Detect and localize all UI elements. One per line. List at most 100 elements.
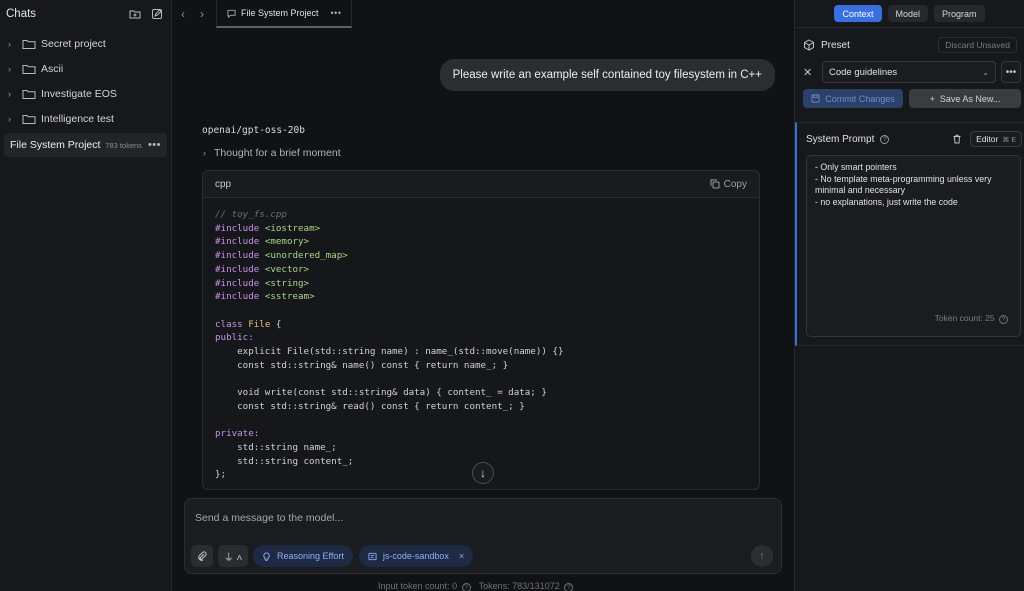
code-line: std::string name_; [237, 441, 337, 453]
trash-icon[interactable] [952, 134, 962, 144]
plugin-icon[interactable]: ⏚ ˄ [218, 545, 248, 567]
send-button[interactable]: ↑ [751, 545, 773, 567]
cube-icon [804, 39, 814, 51]
back-arrow-icon[interactable]: ‹ [175, 7, 191, 21]
right-panel: Context Model Program Preset Discard Uns… [794, 0, 1024, 591]
chevron-down-icon: ⌄ [982, 67, 989, 77]
sidebar-title: Chats [6, 8, 37, 20]
folder-item[interactable]: › Ascii [0, 56, 171, 81]
tokens-value: 783/131072 [512, 581, 560, 591]
tab-program[interactable]: Program [934, 5, 985, 22]
folder-icon [22, 89, 36, 99]
copy-icon [710, 179, 720, 189]
editor-label: Editor [976, 134, 999, 144]
token-badge: 783 tokens [105, 140, 142, 150]
token-count-label: Token count: 25 [934, 312, 995, 323]
sandbox-label: js-code-sandbox [382, 551, 449, 561]
system-prompt-title: System Prompt [806, 133, 875, 145]
code-token: #include [215, 236, 260, 248]
new-chat-icon[interactable] [149, 6, 165, 22]
code-line: const std::string& name() const { return… [237, 359, 509, 371]
scroll-down-button[interactable]: ↓ [472, 462, 494, 484]
code-token: <string> [264, 277, 310, 289]
reasoning-effort-button[interactable]: Reasoning Effort [253, 545, 353, 567]
chat-bubble-icon [227, 9, 236, 18]
help-icon[interactable]: ? [880, 134, 890, 144]
top-bar: ‹ › File System Project ••• [172, 0, 794, 28]
copy-button[interactable]: Copy [710, 179, 747, 190]
forward-arrow-icon[interactable]: › [194, 7, 210, 21]
editor-button[interactable]: Editor ⌘ E [970, 131, 1022, 147]
input-token-value: 0 [452, 581, 458, 591]
code-token: <memory> [264, 236, 310, 248]
sandbox-chip[interactable]: js-code-sandbox × [358, 545, 474, 567]
code-line: std::string content_; [237, 455, 354, 467]
help-icon[interactable]: ? [999, 314, 1008, 324]
attach-icon[interactable] [191, 545, 213, 567]
folder-item[interactable]: › Intelligence test [0, 106, 171, 131]
tab-context[interactable]: Context [834, 5, 882, 22]
tokens-label: Tokens: [478, 581, 510, 591]
tab-file-system-project[interactable]: File System Project ••• [216, 0, 353, 28]
preset-select[interactable]: Code guidelines ⌄ [822, 61, 996, 83]
token-info: Input token count: 0 ? Tokens: 783/13107… [378, 581, 574, 591]
remove-chip-icon[interactable]: × [459, 551, 464, 561]
code-comment: // toy_fs.cpp [215, 209, 287, 220]
plus-icon: + [929, 93, 935, 104]
code-token: #include [215, 222, 260, 234]
code-token: File [248, 318, 271, 330]
folder-label: Secret project [41, 37, 106, 50]
tab-label: File System Project [241, 8, 319, 18]
tab-options-icon[interactable]: ••• [331, 8, 342, 18]
code-token: <iostream> [264, 222, 321, 234]
discard-unsaved-button[interactable]: Discard Unsaved [938, 37, 1017, 53]
model-name: openai/gpt-oss-20b [202, 125, 305, 136]
save-as-new-button[interactable]: + Save As New... [909, 89, 1021, 108]
total-tokens: Tokens: 783/131072 ? [479, 581, 574, 591]
message-composer: ⏚ ˄ Reasoning Effort js-code-sandbox × ↑ [184, 498, 782, 574]
system-prompt-header: System Prompt ? Editor ⌘ E [806, 131, 1022, 147]
folder-item[interactable]: › Investigate EOS [0, 81, 171, 106]
thought-toggle[interactable]: › Thought for a brief moment [203, 147, 341, 159]
new-folder-icon[interactable] [127, 6, 143, 22]
user-message: Please write an example self contained t… [439, 59, 775, 91]
code-token: #include [215, 291, 260, 303]
thought-label: Thought for a brief moment [214, 147, 341, 159]
code-token: public: [215, 332, 254, 344]
code-line: void write(const std::string& data) { co… [237, 387, 547, 399]
folder-label: Intelligence test [41, 112, 114, 125]
save-disk-icon [811, 94, 820, 103]
lightbulb-icon [263, 551, 270, 561]
system-prompt-section: System Prompt ? Editor ⌘ E - Only smart p… [795, 122, 1024, 346]
chat-tree: › Secret project › Ascii › Investigate E… [0, 31, 171, 157]
save-as-new-label: Save As New... [939, 93, 1001, 104]
reasoning-effort-label: Reasoning Effort [277, 551, 344, 561]
active-chat-title: File System Project [10, 139, 101, 151]
message-input[interactable] [195, 509, 755, 527]
commit-changes-button[interactable]: Commit Changes [803, 89, 903, 108]
code-token: <sstream> [264, 291, 315, 303]
code-content: // toy_fs.cpp #include <iostream> #inclu… [215, 209, 564, 481]
code-token: <unordered_map> [264, 250, 348, 262]
input-token-label: Input token count: [378, 581, 450, 591]
preset-more-icon[interactable]: ••• [1001, 61, 1021, 83]
code-line: explicit File(std::string name) : name_(… [237, 346, 564, 358]
folder-icon [22, 64, 36, 74]
preset-selector-row: ✕ Code guidelines ⌄ ••• [803, 61, 1021, 83]
code-token: #include [215, 263, 260, 275]
chevron-right-icon: › [203, 148, 206, 158]
preset-header: Preset Discard Unsaved [803, 36, 1017, 54]
panel-tabs: Context Model Program [795, 0, 1024, 28]
active-chat-item[interactable]: File System Project 783 tokens ••• [4, 133, 167, 157]
app-window: Chats › Secret project › Ascii › Investi… [0, 0, 1024, 591]
tab-model[interactable]: Model [887, 5, 929, 22]
folder-label: Investigate EOS [41, 87, 117, 100]
help-icon[interactable]: ? [564, 583, 574, 591]
clear-preset-icon[interactable]: ✕ [803, 66, 817, 79]
sidebar-header: Chats [0, 0, 171, 28]
help-icon[interactable]: ? [461, 583, 471, 591]
system-prompt-textarea[interactable]: - Only smart pointers - No template meta… [806, 155, 1021, 337]
more-options-icon[interactable]: ••• [148, 139, 161, 151]
folder-item[interactable]: › Secret project [0, 31, 171, 56]
preset-actions: Commit Changes + Save As New... [803, 89, 1021, 108]
